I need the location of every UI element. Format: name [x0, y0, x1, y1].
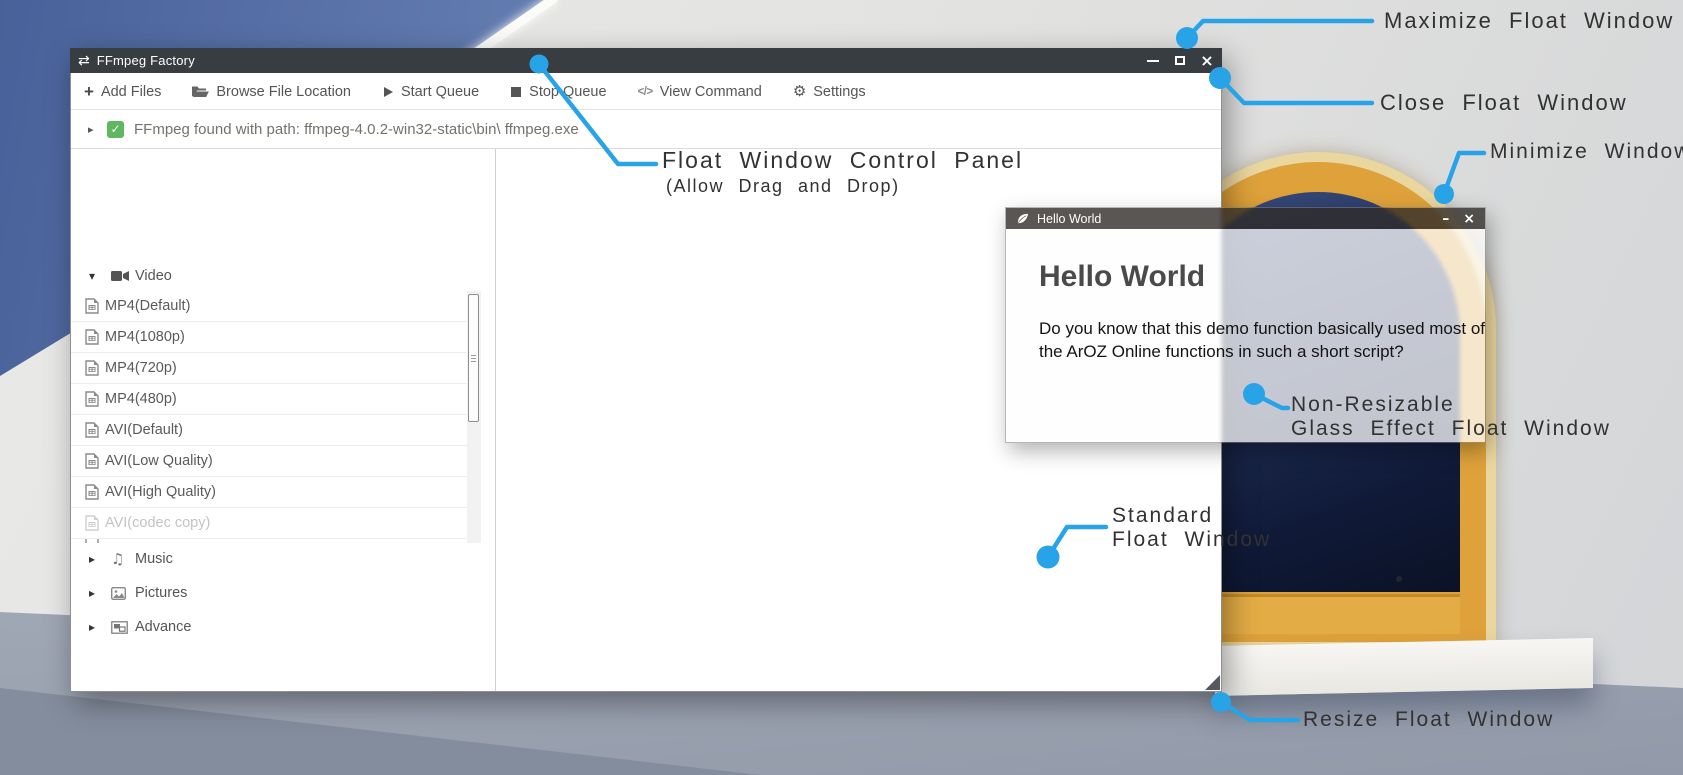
view-command-label: View Command	[660, 84, 762, 100]
music-note-icon: ♫	[111, 552, 124, 567]
object-group-icon	[111, 621, 128, 634]
video-file-icon	[85, 539, 99, 543]
swap-arrows-icon: ⇄	[78, 54, 90, 68]
tree-group-pictures[interactable]: ▸ Pictures	[71, 578, 491, 608]
maximize-button[interactable]	[1173, 54, 1187, 68]
annotation-standard-label-line2: Float Window	[1112, 528, 1271, 552]
browse-label: Browse File Location	[216, 84, 351, 100]
annotation-glass-label-line1: Non-Resizable	[1291, 393, 1455, 417]
start-queue-label: Start Queue	[401, 84, 479, 100]
plus-icon: +	[84, 83, 94, 100]
minimize-icon	[1147, 60, 1159, 62]
video-file-icon	[85, 453, 99, 469]
annotation-glass-label-line2: Glass Effect Float Window	[1291, 417, 1611, 441]
hello-window-title: Hello World	[1037, 212, 1101, 226]
list-item-mp4-default[interactable]: MP4(Default)	[71, 291, 481, 322]
video-file-icon	[85, 360, 99, 376]
add-files-label: Add Files	[101, 84, 161, 100]
close-button[interactable]: ×	[1200, 54, 1214, 68]
ffmpeg-titlebar[interactable]: ⇄ FFmpeg Factory ×	[70, 48, 1222, 73]
settings-label: Settings	[813, 84, 865, 100]
ffmpeg-status-text: FFmpeg found with path: ffmpeg-4.0.2-win…	[134, 121, 579, 138]
list-item-label: MP4(1080p)	[105, 329, 185, 345]
video-file-icon	[85, 515, 99, 531]
maximize-icon	[1175, 56, 1185, 65]
caret-right-icon: ▸	[89, 621, 95, 633]
list-item-label: AVI(codec copy)	[105, 515, 210, 531]
gear-icon: ⚙	[793, 84, 806, 99]
caret-right-icon: ▸	[89, 553, 95, 565]
list-item-avi-codec-copy[interactable]: AVI(codec copy)	[71, 508, 481, 539]
list-item-label: AVI(Default)	[105, 422, 183, 438]
start-queue-button[interactable]: Start Queue	[382, 84, 479, 100]
annotation-maximize-label: Maximize Float Window	[1384, 8, 1674, 34]
video-group-label: Video	[135, 268, 172, 284]
hello-heading: Hello World	[1039, 260, 1205, 294]
list-item-label: AVI(High Quality)	[105, 484, 216, 500]
stop-icon	[510, 86, 522, 98]
video-file-icon	[85, 484, 99, 500]
annotation-standard-label-line1: Standard	[1112, 504, 1213, 528]
list-scrollbar-track[interactable]	[467, 291, 481, 543]
tree-group-video[interactable]: ▾ Video	[71, 261, 491, 291]
settings-button[interactable]: ⚙ Settings	[793, 84, 866, 100]
caret-right-icon: ▸	[89, 587, 95, 599]
video-file-icon	[85, 391, 99, 407]
view-command-button[interactable]: </> View Command	[638, 84, 762, 100]
pictures-group-label: Pictures	[135, 585, 187, 601]
ffmpeg-window-title: FFmpeg Factory	[97, 53, 195, 68]
resize-handle[interactable]	[1205, 675, 1220, 690]
video-file-icon	[85, 422, 99, 438]
advance-group-label: Advance	[135, 619, 191, 635]
list-item-clipped	[71, 539, 481, 543]
list-item-avi-low-quality[interactable]: AVI(Low Quality)	[71, 446, 481, 477]
annotation-minimize-label: Minimize Window	[1490, 140, 1683, 164]
add-files-button[interactable]: + Add Files	[84, 83, 161, 100]
folder-open-icon	[192, 85, 209, 98]
list-item-mp4-720p[interactable]: MP4(720p)	[71, 353, 481, 384]
list-item-label: MP4(Default)	[105, 298, 190, 314]
list-item-label: MP4(480p)	[105, 391, 177, 407]
video-preset-list: MP4(Default) MP4(1080p) MP4(720p) MP4(48…	[71, 291, 481, 543]
code-icon: </>	[638, 86, 653, 98]
picture-icon	[111, 587, 126, 600]
video-file-icon	[85, 298, 99, 314]
list-item-avi-high-quality[interactable]: AVI(High Quality)	[71, 477, 481, 508]
annotation-close-label: Close Float Window	[1380, 90, 1628, 116]
minimize-button[interactable]: –	[1442, 212, 1449, 226]
tree-group-music[interactable]: ▸ ♫ Music	[71, 544, 491, 574]
list-item-avi-default[interactable]: AVI(Default)	[71, 415, 481, 446]
list-scrollbar-thumb[interactable]	[468, 294, 479, 422]
hello-titlebar[interactable]: Hello World – ×	[1006, 208, 1485, 229]
wallpaper-window-sill	[1215, 638, 1593, 696]
browse-file-location-button[interactable]: Browse File Location	[192, 84, 351, 100]
list-item-label: MP4(720p)	[105, 360, 177, 376]
leaf-icon	[1016, 212, 1029, 225]
annotation-control-panel-label: Float Window Control Panel	[662, 147, 1023, 174]
list-item-mp4-480p[interactable]: MP4(480p)	[71, 384, 481, 415]
video-camera-icon	[111, 270, 129, 282]
list-item-mp4-1080p[interactable]: MP4(1080p)	[71, 322, 481, 353]
list-item-label: AVI(Low Quality)	[105, 453, 213, 469]
video-file-icon	[85, 329, 99, 345]
play-icon	[382, 86, 394, 98]
close-button[interactable]: ×	[1463, 212, 1475, 226]
stop-queue-button[interactable]: Stop Queue	[510, 84, 606, 100]
wallpaper-window-knob	[1396, 576, 1402, 582]
minimize-button[interactable]	[1146, 54, 1160, 68]
caret-right-icon[interactable]: ▸	[88, 123, 94, 136]
check-icon: ✓	[107, 121, 124, 138]
tree-group-advance[interactable]: ▸ Advance	[71, 612, 491, 642]
hello-paragraph: Do you know that this demo function basi…	[1039, 317, 1487, 363]
caret-down-icon: ▾	[89, 270, 95, 282]
scrollbar-grip-icon	[471, 355, 476, 356]
annotation-control-panel-sublabel: (Allow Drag and Drop)	[666, 176, 900, 197]
annotation-resize-label: Resize Float Window	[1303, 708, 1554, 732]
ffmpeg-toolbar: + Add Files Browse File Location Start Q…	[71, 74, 1221, 110]
music-group-label: Music	[135, 551, 173, 567]
stop-queue-label: Stop Queue	[529, 84, 606, 100]
ffmpeg-status-bar[interactable]: ▸ ✓ FFmpeg found with path: ffmpeg-4.0.2…	[71, 110, 1221, 149]
panel-divider	[495, 149, 496, 691]
